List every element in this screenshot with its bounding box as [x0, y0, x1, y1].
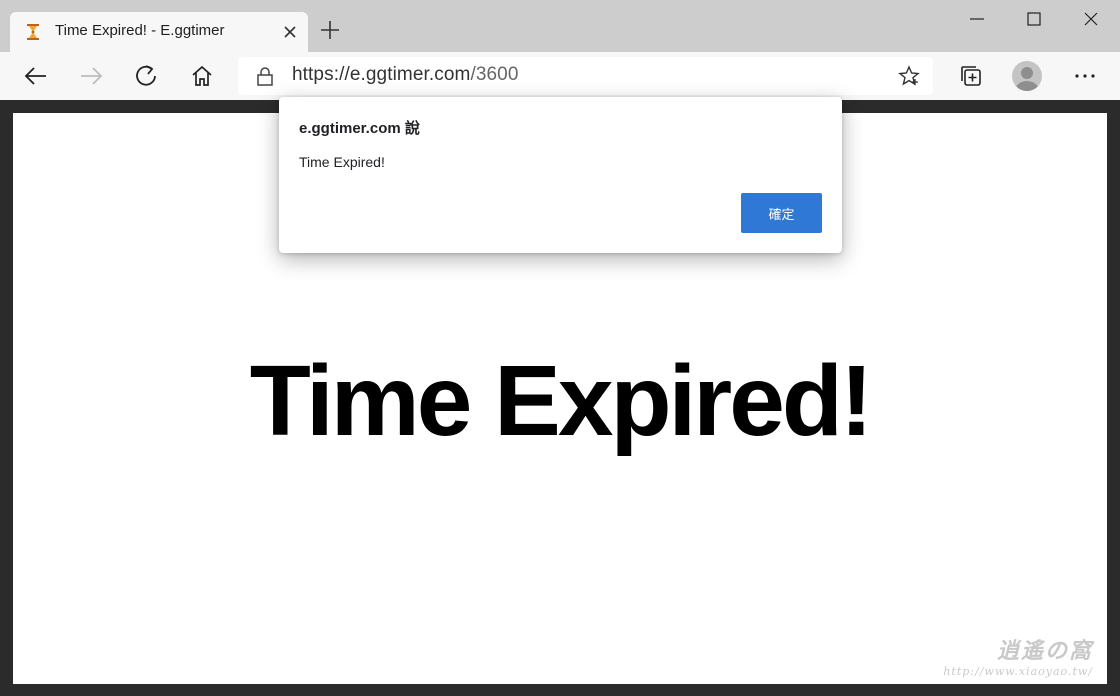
collections-icon[interactable]	[957, 62, 985, 90]
tab-strip: Time Expired! - E.ggtimer	[0, 0, 1120, 52]
back-arrow-icon[interactable]	[22, 62, 50, 90]
forward-arrow-icon[interactable]	[77, 62, 105, 90]
tab-title: Time Expired! - E.ggtimer	[55, 22, 225, 39]
url-host: https://e.ggtimer.com	[292, 64, 471, 85]
favorite-star-icon[interactable]	[897, 64, 921, 88]
alert-dialog: e.ggtimer.com 說 Time Expired! 確定	[279, 97, 842, 253]
minimize-window-icon[interactable]	[949, 0, 1005, 40]
dialog-message: Time Expired!	[299, 154, 385, 170]
browser-toolbar: https://e.ggtimer.com/3600	[0, 52, 1120, 100]
refresh-icon[interactable]	[132, 62, 160, 90]
address-bar[interactable]: https://e.ggtimer.com/3600	[238, 57, 933, 95]
more-options-icon[interactable]	[1071, 62, 1099, 90]
close-window-icon[interactable]	[1063, 0, 1119, 40]
ok-button[interactable]: 確定	[741, 193, 822, 233]
close-tab-icon[interactable]	[278, 20, 302, 44]
lock-icon[interactable]	[254, 65, 276, 87]
home-icon[interactable]	[188, 62, 216, 90]
user-silhouette-icon	[1015, 67, 1039, 91]
egg-timer-favicon-icon	[27, 24, 39, 40]
maximize-window-icon[interactable]	[1006, 0, 1062, 40]
new-tab-plus-icon[interactable]	[318, 18, 342, 42]
page-heading: Time Expired!	[249, 345, 873, 457]
watermark-brand: 逍遙の窩	[996, 638, 1093, 664]
url-text[interactable]: https://e.ggtimer.com/3600	[292, 64, 519, 86]
profile-avatar[interactable]	[1012, 61, 1042, 91]
watermark-url: http://www.xiaoyao.tw/	[943, 665, 1093, 678]
dialog-title: e.ggtimer.com 說	[299, 120, 420, 137]
watermark: 逍遙の窩 http://www.xiaoyao.tw/	[943, 633, 1093, 678]
url-path: /3600	[470, 64, 519, 85]
browser-tab-active[interactable]: Time Expired! - E.ggtimer	[10, 12, 308, 52]
